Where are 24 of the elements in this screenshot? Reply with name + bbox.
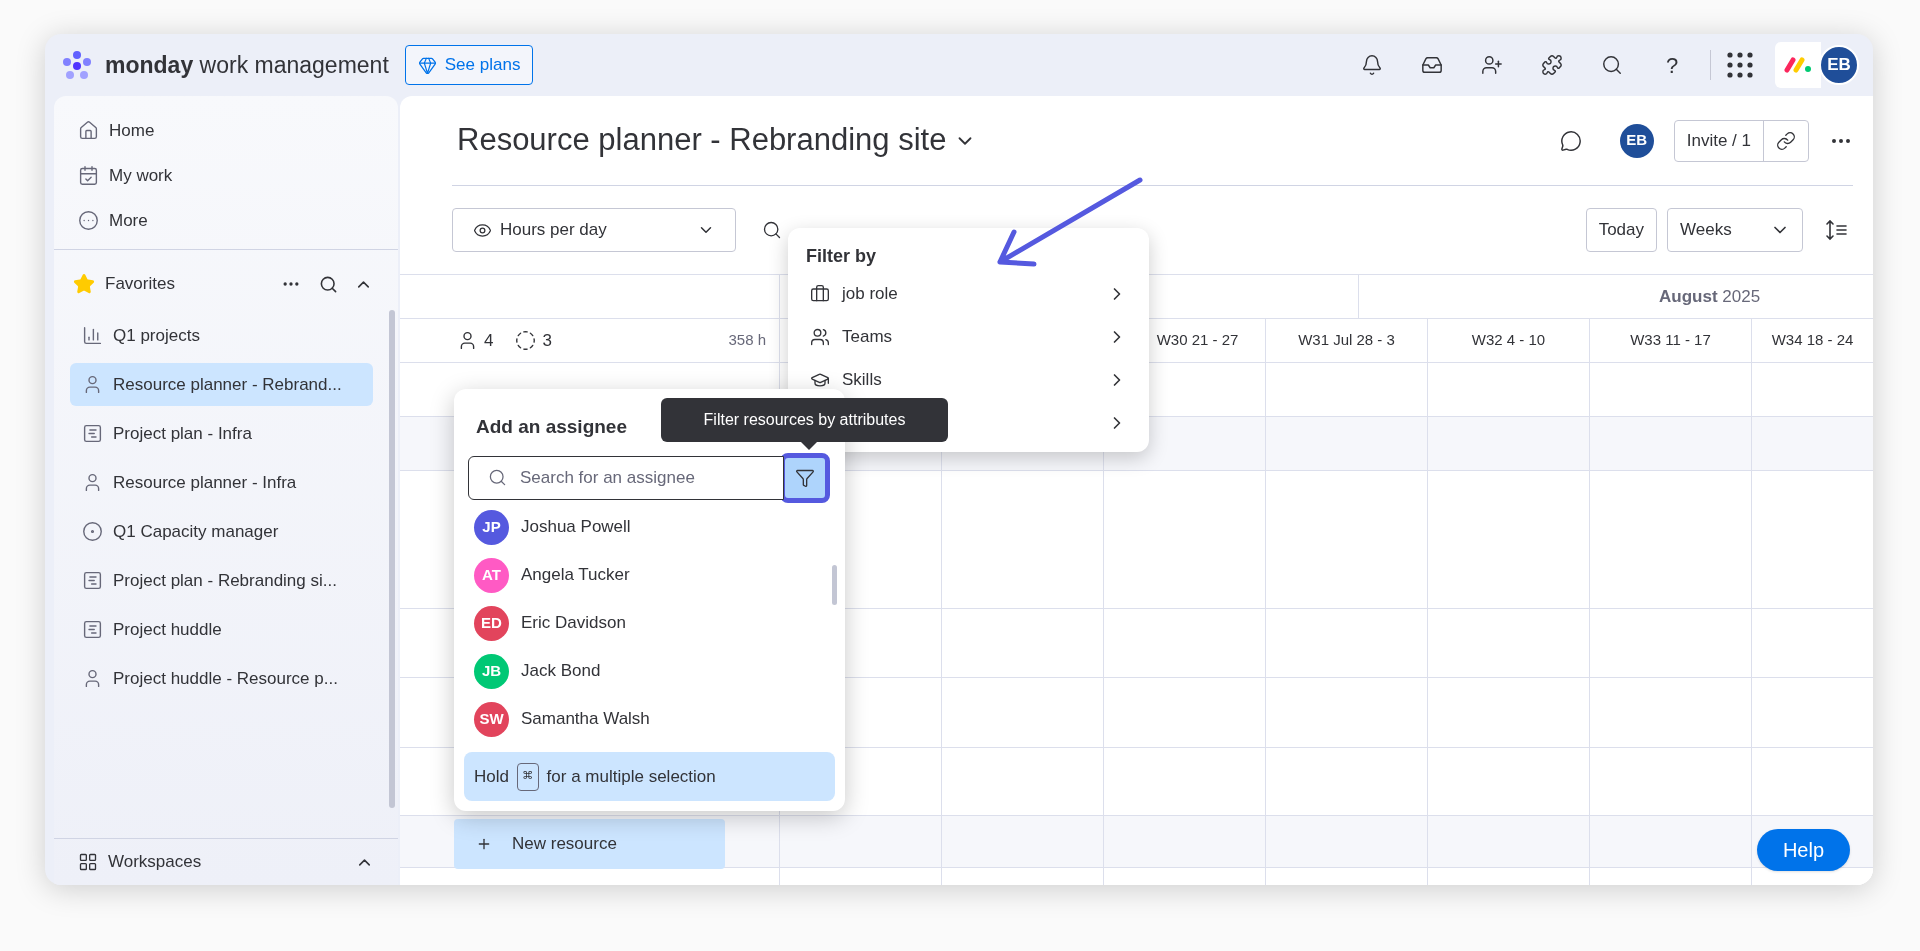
month-label: August 2025 <box>1659 285 1761 308</box>
week-label: W31 Jul 28 - 3 <box>1298 330 1395 351</box>
workspaces-title: Workspaces <box>108 851 202 874</box>
week-label: W30 21 - 27 <box>1156 330 1239 351</box>
favorites-title: Favorites <box>105 273 175 296</box>
avatar: SW <box>474 701 509 737</box>
avatar: ED <box>474 605 509 641</box>
avatar: AT <box>474 557 509 593</box>
week-label: W32 4 - 10 <box>1471 330 1546 351</box>
week-label: W34 18 - 24 <box>1771 330 1854 351</box>
picker-title: Add an assignee <box>476 416 627 437</box>
hint-text: Hold <box>474 765 509 788</box>
placeholder-count: 3 <box>542 329 552 352</box>
total-hours: 358 h <box>728 330 766 351</box>
people-count: 4 <box>484 329 494 352</box>
week-label: W33 11 - 17 <box>1630 330 1711 351</box>
avatar: JP <box>474 509 509 545</box>
hint-text: for a multiple selection <box>546 765 716 788</box>
board-title: Resource planner - Rebranding site <box>457 121 947 160</box>
filter-menu-title: Filter by <box>806 244 877 268</box>
tooltip: Filter resources by attributes <box>661 398 948 450</box>
command-key: ⌘ <box>516 762 539 791</box>
avatar: JB <box>474 653 509 689</box>
brand-name: monday work management <box>105 50 389 80</box>
